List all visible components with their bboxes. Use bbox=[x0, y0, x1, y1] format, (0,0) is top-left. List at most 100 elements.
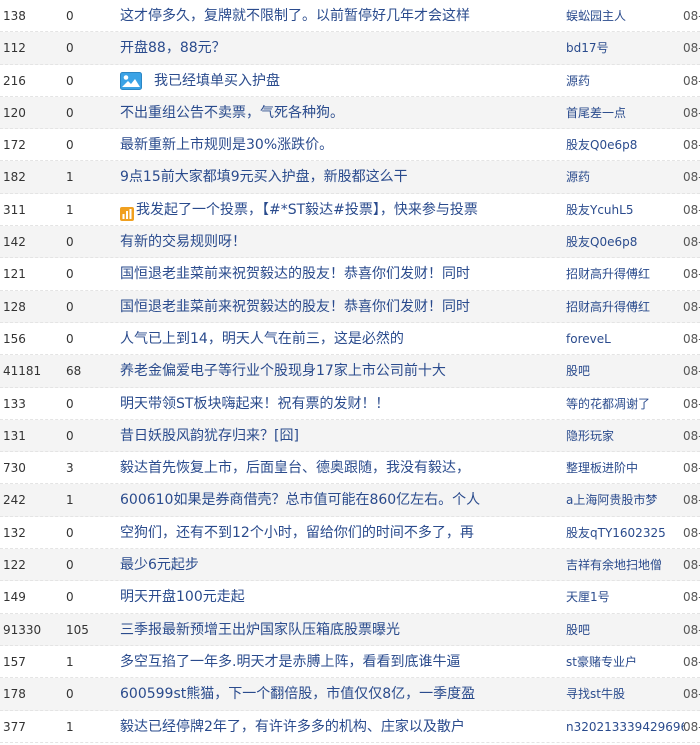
post-title-link[interactable]: 毅达已经停牌2年了，有许许多多的机构、庄家以及散户 bbox=[120, 711, 515, 743]
author-link[interactable]: 隐形玩家 bbox=[566, 420, 684, 452]
post-title-text: 这才停多久，复牌就不限制了。以前暂停好几年才会这样 bbox=[120, 8, 470, 24]
reply-count: 0 bbox=[66, 267, 74, 282]
read-count: 182 bbox=[3, 170, 26, 185]
post-title-text: 空狗们，还有不到12个小时，留给你们的时间不多了，再 bbox=[120, 524, 474, 541]
post-date: 08- bbox=[683, 202, 700, 217]
post-title-text: 国恒退老韭菜前来祝贺毅达的股友！恭喜你们发财！同时 bbox=[120, 266, 470, 283]
read-count: 178 bbox=[3, 687, 26, 702]
post-date: 08- bbox=[683, 558, 700, 573]
author-link[interactable]: 蜈蚣园主人 bbox=[566, 0, 684, 32]
post-title-link[interactable]: 我已经填单买入护盘 bbox=[120, 65, 515, 97]
post-title-link[interactable]: 600599st熊猫，下一个翻倍股，市值仅仅8亿，一季度盈 bbox=[120, 678, 515, 710]
table-row: 128 0 国恒退老韭菜前来祝贺毅达的股友！恭喜你们发财！同时 招财高升得傅红08- bbox=[0, 290, 700, 323]
post-date: 08- bbox=[683, 170, 700, 185]
author-link[interactable]: 股友YcuhL5 bbox=[566, 194, 684, 226]
author-link[interactable]: 股友qTY1602325 bbox=[566, 517, 684, 549]
read-count: 156 bbox=[3, 331, 26, 346]
author-link[interactable]: 股友Q0e6p8 bbox=[566, 129, 684, 161]
author-link[interactable]: 吉祥有余地扫地僧 bbox=[566, 549, 684, 581]
post-title-text: 不出重组公告不卖票，气死各种狗。 bbox=[120, 104, 344, 121]
post-title-link[interactable]: 人气已上到14，明天人气在前三，这是必然的 bbox=[120, 323, 515, 355]
post-title-link[interactable]: 养老金偏爱电子等行业个股现身17家上市公司前十大 bbox=[120, 355, 515, 387]
post-date: 08- bbox=[683, 719, 700, 734]
author-link[interactable]: bd17号 bbox=[566, 32, 684, 64]
reply-count: 0 bbox=[66, 105, 74, 120]
post-title-link[interactable]: 多空互掐了一年多.明天才是赤膊上阵，看看到底谁牛逼 bbox=[120, 646, 515, 678]
post-title-link[interactable]: 最少6元起步 bbox=[120, 549, 515, 581]
post-title-text: 我发起了一个投票，【#*ST毅达#投票】，快来参与投票 bbox=[136, 201, 478, 218]
post-title-link[interactable]: 600610如果是券商借壳？总市值可能在860亿左右。个人 bbox=[120, 484, 515, 516]
post-title-link[interactable]: 昔日妖股风韵犹存归来？[囧] bbox=[120, 420, 515, 452]
table-row: 91330 105 三季报最新预增王出炉国家队压箱底股票曝光 股吧08- bbox=[0, 613, 700, 646]
post-title-link[interactable]: 国恒退老韭菜前来祝贺毅达的股友！恭喜你们发财！同时 bbox=[120, 258, 515, 290]
table-row: 172 0 最新重新上市规则是30%涨跌价。 股友Q0e6p808- bbox=[0, 129, 700, 162]
read-count: 311 bbox=[3, 202, 26, 217]
author-link[interactable]: 招财高升得傅红 bbox=[566, 258, 684, 290]
reply-count: 1 bbox=[66, 719, 74, 734]
table-row: 120 0 不出重组公告不卖票，气死各种狗。 首尾差一点08- bbox=[0, 96, 700, 130]
reply-count: 0 bbox=[66, 73, 74, 88]
author-link[interactable]: 天厘1号 bbox=[566, 581, 684, 613]
post-title-link[interactable]: 不出重组公告不卖票，气死各种狗。 bbox=[120, 97, 515, 129]
post-title-text: 养老金偏爱电子等行业个股现身17家上市公司前十大 bbox=[120, 363, 446, 380]
author-link[interactable]: 股友Q0e6p8 bbox=[566, 226, 684, 258]
read-count: 41181 bbox=[3, 364, 42, 379]
post-title-link[interactable]: 有新的交易规则呀！ bbox=[120, 226, 515, 258]
post-title-link[interactable]: 最新重新上市规则是30%涨跌价。 bbox=[120, 129, 515, 161]
author-link[interactable]: 招财高升得傅红 bbox=[566, 291, 684, 323]
read-count: 157 bbox=[3, 654, 26, 669]
author-link[interactable]: st豪赌专业户 bbox=[566, 646, 684, 678]
reply-count: 0 bbox=[66, 525, 74, 540]
read-count: 91330 bbox=[3, 622, 42, 637]
post-date: 08- bbox=[683, 654, 700, 669]
author-link[interactable]: 源药 bbox=[566, 161, 684, 193]
read-count: 142 bbox=[3, 235, 26, 250]
post-title-text: 最少6元起步 bbox=[120, 557, 199, 574]
author-link[interactable]: 寻找st牛股 bbox=[566, 678, 684, 710]
post-title-link[interactable]: 毅达首先恢复上市，后面皇台、德奥跟随，我没有毅达， bbox=[120, 452, 515, 484]
author-link[interactable]: 首尾差一点 bbox=[566, 97, 684, 129]
post-title-link[interactable]: 9点15前大家都填9元买入护盘，新股都这么干 bbox=[120, 161, 515, 193]
post-title-text: 我已经填单买入护盘 bbox=[154, 72, 280, 89]
read-count: 216 bbox=[3, 73, 26, 88]
read-count: 128 bbox=[3, 299, 26, 314]
author-link[interactable]: n320213339429696 bbox=[566, 711, 684, 743]
post-title-text: 9点15前大家都填9元买入护盘，新股都这么干 bbox=[120, 169, 408, 186]
post-title-link[interactable]: 明天带领ST板块嗨起来！祝有票的发财！！ bbox=[120, 388, 515, 420]
reply-count: 1 bbox=[66, 170, 74, 185]
table-row: 178 0 600599st熊猫，下一个翻倍股，市值仅仅8亿，一季度盈 寻找st牛股 0… bbox=[0, 678, 700, 711]
post-title-link[interactable]: 开盘88，88元？ bbox=[120, 32, 515, 64]
post-title-link[interactable]: 这才停多久，复牌就不限制了。以前暂停好几年才会这样 bbox=[120, 0, 515, 32]
read-count: 149 bbox=[3, 590, 26, 605]
post-date: 08- bbox=[683, 105, 700, 120]
author-link[interactable]: 源药 bbox=[566, 65, 684, 97]
post-title-link[interactable]: 三季报最新预增王出炉国家队压箱底股票曝光 bbox=[120, 614, 515, 646]
author-link[interactable]: 整理板进阶中 bbox=[566, 452, 684, 484]
post-date: 08- bbox=[683, 138, 700, 153]
read-count: 377 bbox=[3, 719, 26, 734]
read-count: 121 bbox=[3, 267, 26, 282]
post-date: 08- bbox=[683, 687, 700, 702]
post-date: 08- bbox=[683, 235, 700, 250]
author-link[interactable]: foreveL bbox=[566, 323, 684, 355]
post-date: 08- bbox=[683, 41, 700, 56]
table-row: 311 1 我发起了一个投票，【#*ST毅达#投票】，快来参与投票 股友YcuhL5 0… bbox=[0, 194, 700, 227]
post-title-link[interactable]: 明天开盘100元走起 bbox=[120, 581, 515, 613]
table-row: 41181 68 养老金偏爱电子等行业个股现身17家上市公司前十大 股吧08- bbox=[0, 355, 700, 388]
author-link[interactable]: a上海阿贵股市梦 bbox=[566, 484, 684, 516]
post-title-link[interactable]: 空狗们，还有不到12个小时，留给你们的时间不多了，再 bbox=[120, 517, 515, 549]
post-title-link[interactable]: 国恒退老韭菜前来祝贺毅达的股友！恭喜你们发财！同时 bbox=[120, 291, 515, 323]
post-title-text: 最新重新上市规则是30%涨跌价。 bbox=[120, 137, 334, 154]
post-title-text: 多空互掐了一年多.明天才是赤膊上阵，看看到底谁牛逼 bbox=[120, 653, 461, 670]
reply-count: 0 bbox=[66, 590, 74, 605]
read-count: 120 bbox=[3, 105, 26, 120]
author-link[interactable]: 股吧 bbox=[566, 355, 684, 387]
post-date: 08- bbox=[683, 396, 700, 411]
reply-count: 1 bbox=[66, 493, 74, 508]
read-count: 122 bbox=[3, 558, 26, 573]
author-link[interactable]: 股吧 bbox=[566, 614, 684, 646]
post-title-text: 三季报最新预增王出炉国家队压箱底股票曝光 bbox=[120, 621, 400, 638]
post-title-link[interactable]: 我发起了一个投票，【#*ST毅达#投票】，快来参与投票 bbox=[120, 194, 515, 226]
author-link[interactable]: 等的花都凋谢了 bbox=[566, 388, 684, 420]
post-date: 08- bbox=[683, 364, 700, 379]
